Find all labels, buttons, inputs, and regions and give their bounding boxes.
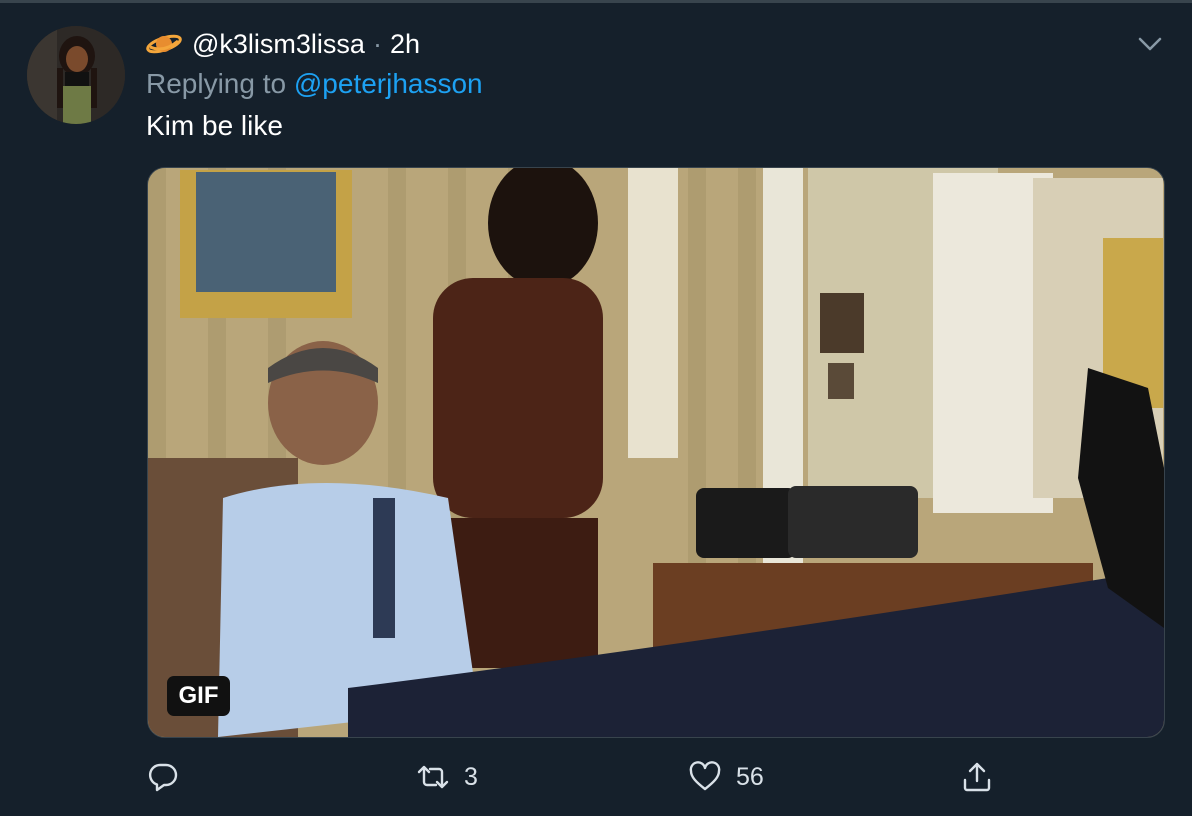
gif-frame-illustration — [148, 168, 1164, 737]
separator-dot: · — [372, 28, 382, 59]
avatar[interactable] — [27, 26, 125, 124]
timestamp[interactable]: 2h — [390, 29, 420, 60]
share-button[interactable] — [960, 754, 994, 800]
avatar-illustration-icon — [27, 26, 125, 124]
share-icon — [963, 762, 991, 792]
gif-badge: GIF — [167, 676, 230, 716]
tweet-actions-bar: 3 56 — [0, 754, 1192, 804]
tweet-media-gif[interactable] — [147, 167, 1165, 738]
user-handle[interactable]: @k3lism3lissa — [192, 29, 365, 60]
retweet-button[interactable]: 3 — [416, 754, 478, 800]
retweet-count: 3 — [464, 762, 478, 791]
like-button[interactable]: 56 — [688, 754, 764, 800]
replying-to-line: Replying to @peterjhasson — [146, 68, 483, 100]
retweet-icon — [417, 765, 449, 789]
tweet-header: @k3lism3lissa · 2h — [146, 26, 420, 62]
reply-icon — [148, 763, 178, 792]
reply-target-link[interactable]: @peterjhasson — [294, 68, 483, 99]
tweet-text: Kim be like — [146, 110, 283, 141]
replying-prefix: Replying to — [146, 68, 294, 99]
heart-icon — [689, 761, 721, 791]
like-count: 56 — [736, 762, 764, 791]
reply-button[interactable] — [146, 754, 194, 800]
chevron-down-icon[interactable] — [1134, 30, 1166, 58]
top-divider — [0, 0, 1192, 3]
planet-emoji-icon — [146, 34, 182, 54]
